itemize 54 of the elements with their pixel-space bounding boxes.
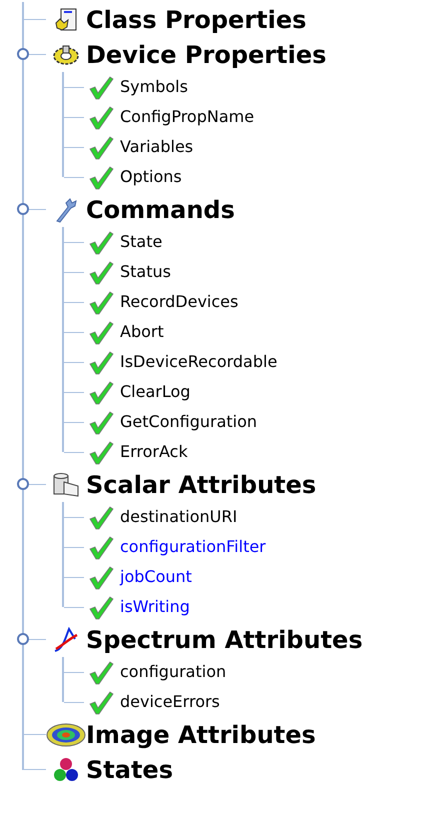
group-label[interactable]: Class Properties [86,8,306,32]
item-label[interactable]: RecordDevices [120,290,238,314]
checkmark-icon [88,74,114,100]
item-label[interactable]: Variables [120,135,194,159]
document-icon [54,8,78,32]
checkmark-icon [88,689,114,715]
collapse-handle[interactable] [17,203,29,215]
item-label[interactable]: Symbols [120,75,188,99]
item-label[interactable]: GetConfiguration [120,410,258,434]
item-label[interactable]: ConfigPropName [120,105,254,129]
checkmark-icon [88,594,114,620]
item-label[interactable]: deviceErrors [120,690,220,714]
collapse-handle[interactable] [17,478,29,490]
item-label[interactable]: Options [120,165,182,189]
checkmark-icon [88,534,114,560]
group-label[interactable]: States [86,758,173,782]
checkmark-icon [88,229,114,255]
checkmark-icon [88,564,114,590]
checkmark-icon [88,379,114,405]
checkmark-icon [88,349,114,375]
checkmark-icon [88,504,114,530]
checkmark-icon [88,259,114,285]
item-label[interactable]: destinationURI [120,505,238,529]
item-label[interactable]: isWriting [120,595,190,619]
group-label[interactable]: Device Properties [86,42,326,66]
checkmark-icon [88,439,114,465]
item-label[interactable]: Status [120,260,171,284]
wrench-icon [54,196,78,222]
checkmark-icon [88,104,114,130]
group-label[interactable]: Image Attributes [86,722,316,746]
checkmark-icon [88,319,114,345]
checkmark-icon [88,659,114,685]
item-label[interactable]: configuration [120,660,226,684]
collapse-handle[interactable] [17,633,29,645]
spheres-icon [52,756,80,782]
checkmark-icon [88,289,114,315]
curve-icon [53,626,79,652]
target-icon [46,722,86,748]
collapse-handle[interactable] [17,48,29,60]
item-label[interactable]: State [120,230,162,254]
database-icon [52,472,80,498]
checkmark-icon [88,164,114,190]
item-label[interactable]: configurationFilter [120,535,266,559]
item-label[interactable]: IsDeviceRecordable [120,350,278,374]
group-label[interactable]: Spectrum Attributes [86,628,363,652]
group-label[interactable]: Commands [86,198,235,222]
checkmark-icon [88,134,114,160]
item-label[interactable]: jobCount [120,565,192,589]
group-label[interactable]: Scalar Attributes [86,472,316,496]
item-label[interactable]: ClearLog [120,380,190,404]
item-label[interactable]: Abort [120,320,164,344]
gear-icon [52,44,80,66]
checkmark-icon [88,409,114,435]
item-label[interactable]: ErrorAck [120,440,188,464]
